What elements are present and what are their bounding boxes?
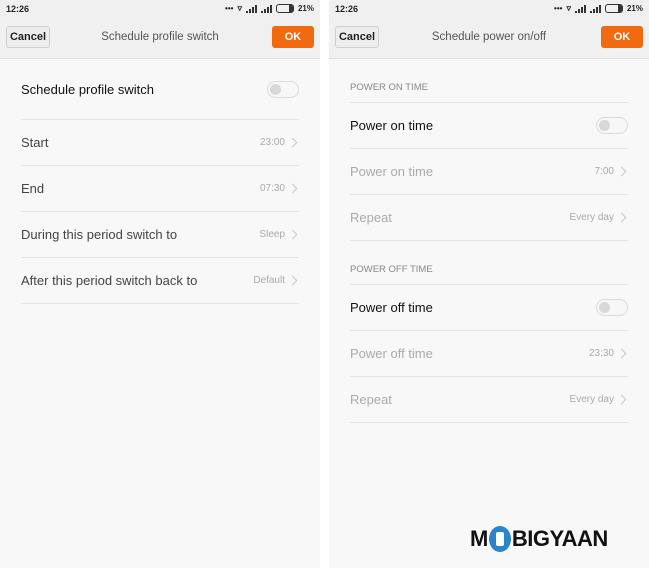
row-value: Every day [569, 212, 614, 223]
row-label: Repeat [350, 392, 392, 407]
schedule-power-screen: 12:26 ••• ▿ 21% Cancel Schedule power on… [329, 0, 649, 568]
schedule-profile-switch-row[interactable]: Schedule profile switch [21, 59, 299, 120]
more-notifications-icon: ••• [554, 4, 563, 13]
wifi-icon: ▿ [237, 3, 242, 13]
status-time: 12:26 [6, 4, 30, 14]
status-icons: ••• ▿ 21% [554, 3, 643, 14]
row-label: Power off time [350, 346, 433, 361]
row-value: 23:30 [588, 348, 614, 359]
during-period-row[interactable]: During this period switch to Sleep [21, 212, 299, 258]
toggle-knob [270, 83, 281, 95]
signal-icon [245, 4, 257, 13]
mobigyaan-watermark-logo: M BIGYAAN [470, 526, 608, 552]
chevron-right-icon [616, 212, 627, 223]
row-label: Power on time [350, 164, 434, 179]
battery-icon [604, 4, 623, 13]
power-on-toggle-row[interactable]: Power on time [350, 103, 628, 149]
chevron-right-icon [287, 229, 298, 240]
status-bar: 12:26 ••• ▿ 21% [329, 0, 649, 18]
power-on-time-row[interactable]: Power on time 7:00 [350, 149, 628, 195]
phone-logo-icon [488, 526, 511, 552]
row-value: Default [253, 275, 285, 286]
status-bar: 12:26 ••• ▿ 21% [0, 0, 320, 18]
power-off-toggle[interactable] [596, 299, 628, 316]
row-label: Start [21, 135, 49, 150]
power-on-toggle[interactable] [596, 117, 628, 134]
row-value: 23:00 [259, 137, 285, 148]
after-period-row[interactable]: After this period switch back to Default [21, 258, 299, 304]
toolbar: Cancel Schedule power on/off OK [329, 18, 649, 59]
status-icons: ••• ▿ 21% [225, 3, 314, 14]
power-on-repeat-row[interactable]: Repeat Every day [350, 195, 628, 241]
signal-icon [589, 4, 601, 13]
row-value: Sleep [259, 229, 285, 240]
settings-list: POWER ON TIME Power on time Power on tim… [350, 59, 628, 423]
row-value: 07:30 [259, 183, 285, 194]
row-label: After this period switch back to [21, 273, 198, 288]
row-label: Schedule profile switch [21, 81, 154, 97]
row-label: Power off time [350, 300, 433, 315]
battery-percent: 21% [626, 4, 643, 13]
end-row[interactable]: End 07:30 [21, 166, 299, 212]
settings-list: Schedule profile switch Start 23:00 End … [21, 59, 299, 304]
chevron-right-icon [287, 275, 298, 286]
row-label: During this period switch to [21, 227, 178, 242]
row-value: Every day [569, 394, 614, 405]
start-row[interactable]: Start 23:00 [21, 120, 299, 166]
power-off-time-row[interactable]: Power off time 23:30 [350, 331, 628, 377]
row-value: 7:00 [594, 166, 614, 177]
schedule-profile-switch-screen: 12:26 ••• ▿ 21% Cancel Schedule profile … [0, 0, 320, 568]
logo-text-start: M [470, 526, 488, 551]
toggle-knob [599, 120, 610, 131]
row-label: Power on time [350, 118, 434, 133]
row-label: End [21, 181, 45, 196]
more-notifications-icon: ••• [225, 4, 234, 13]
signal-icon [260, 4, 272, 13]
section-header-power-on: POWER ON TIME [350, 59, 628, 103]
schedule-profile-switch-toggle[interactable] [267, 80, 299, 98]
ok-button[interactable]: OK [601, 26, 643, 48]
power-off-repeat-row[interactable]: Repeat Every day [350, 377, 628, 423]
section-header-power-off: POWER OFF TIME [350, 241, 628, 285]
wifi-icon: ▿ [566, 3, 571, 13]
chevron-right-icon [616, 166, 627, 177]
toolbar: Cancel Schedule profile switch OK [0, 18, 320, 59]
chevron-right-icon [616, 394, 627, 405]
toggle-knob [599, 302, 610, 313]
ok-button[interactable]: OK [272, 26, 314, 48]
battery-percent: 21% [297, 4, 314, 13]
battery-icon [275, 4, 294, 13]
chevron-right-icon [287, 183, 298, 194]
row-label: Repeat [350, 210, 392, 225]
chevron-right-icon [287, 137, 298, 148]
signal-icon [574, 4, 586, 13]
chevron-right-icon [616, 348, 627, 359]
logo-text-end: BIGYAAN [511, 526, 608, 551]
status-time: 12:26 [335, 4, 359, 14]
power-off-toggle-row[interactable]: Power off time [350, 285, 628, 331]
